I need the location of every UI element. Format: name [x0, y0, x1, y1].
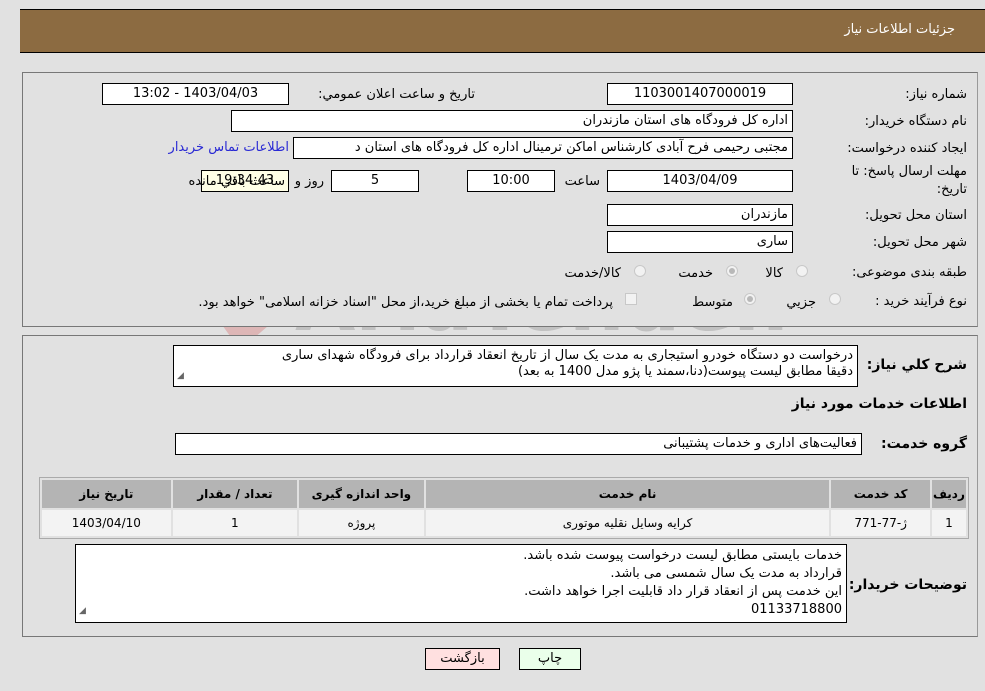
- category-option-service-label: خدمت: [678, 266, 713, 281]
- description-line-1: درخواست دو دستگاه خودرو استیجاری به مدت …: [281, 348, 853, 363]
- buyer-note-line-1: خدمات بایستی مطابق لیست درخواست پیوست شد…: [523, 548, 842, 563]
- category-label: طبقه بندی موضوعی:: [851, 265, 967, 280]
- page-header: جزئیات اطلاعات نیاز: [20, 9, 985, 53]
- province-field: مازندران: [607, 204, 793, 226]
- cell-row-number: 1: [931, 510, 966, 536]
- print-button[interactable]: چاپ: [519, 648, 581, 670]
- description-line-2: دقیقا مطابق لیست پیوست(دنا،سمند یا پژو م…: [517, 364, 853, 379]
- treasury-checkbox-label: پرداخت تمام یا بخشی از مبلغ خرید،از محل …: [198, 295, 613, 310]
- need-number-field: 1103001407000019: [607, 83, 793, 105]
- buyer-org-label: نام دستگاه خریدار:: [864, 114, 967, 129]
- description-textarea[interactable]: درخواست دو دستگاه خودرو استیجاری به مدت …: [173, 345, 858, 387]
- column-header-quantity: تعداد / مقدار: [172, 480, 298, 508]
- page-title: جزئیات اطلاعات نیاز: [844, 22, 955, 37]
- treasury-checkbox[interactable]: [625, 293, 637, 305]
- service-group-field: فعالیت‌های اداری و خدمات پشتیبانی: [175, 433, 862, 455]
- deadline-time-field: 10:00: [467, 170, 555, 192]
- cell-service-code: ژ-77-771: [831, 510, 930, 536]
- category-option-goods-label: کالا: [765, 266, 783, 281]
- creator-label: ایجاد کننده درخواست:: [847, 141, 967, 156]
- back-button[interactable]: بازگشت: [425, 648, 500, 670]
- creator-field: مجتبی رحیمی فرح آبادی کارشناس اماکن ترمی…: [293, 137, 793, 159]
- cell-service-name: کرایه وسایل نقلیه موتوری: [425, 510, 830, 536]
- services-table: ردیف کد خدمت نام خدمت واحد اندازه گیری ت…: [39, 477, 969, 539]
- category-radio-goods-service[interactable]: [634, 265, 646, 277]
- deadline-label-line1: مهلت ارسال پاسخ: تا: [851, 164, 967, 179]
- buyer-contact-link[interactable]: اطلاعات تماس خریدار: [169, 140, 289, 155]
- days-remaining-field: 5: [331, 170, 419, 192]
- deadline-date-field: 1403/04/09: [607, 170, 793, 192]
- buyer-org-field: اداره کل فرودگاه های استان مازندران: [231, 110, 793, 132]
- process-option-minor-label: جزيي: [786, 295, 816, 310]
- column-header-service-code: کد خدمت: [831, 480, 930, 508]
- buyer-notes-label: توضیحات خریدار:: [848, 577, 967, 593]
- column-header-row-number: ردیف: [931, 480, 966, 508]
- remaining-time-label: ساعت باقي مانده: [188, 174, 285, 189]
- deadline-label-line2: تاریخ:: [936, 182, 967, 197]
- resize-handle-icon[interactable]: ◢: [79, 602, 86, 620]
- services-section-title: اطلاعات خدمات مورد نیاز: [791, 396, 967, 412]
- resize-handle-icon[interactable]: ◢: [177, 368, 184, 384]
- city-label: شهر محل تحویل:: [872, 235, 967, 250]
- process-radio-minor[interactable]: [829, 293, 841, 305]
- process-label: نوع فرآیند خرید :: [875, 294, 967, 309]
- province-label: استان محل تحویل:: [865, 208, 967, 223]
- process-radio-medium[interactable]: [744, 293, 756, 305]
- buyer-note-line-2: قرارداد به مدت یک سال شمسی می باشد.: [610, 566, 842, 581]
- services-table-header: ردیف کد خدمت نام خدمت واحد اندازه گیری ت…: [42, 480, 966, 508]
- announce-datetime-field: 1403/04/03 - 13:02: [102, 83, 289, 105]
- column-header-need-date: تاریخ نیاز: [42, 480, 171, 508]
- buyer-note-line-4: 01133718800: [751, 602, 842, 617]
- cell-quantity: 1: [172, 510, 298, 536]
- cell-unit: پروژه: [299, 510, 424, 536]
- buyer-notes-textarea[interactable]: خدمات بایستی مطابق لیست درخواست پیوست شد…: [75, 544, 847, 623]
- category-option-goods-service-label: کالا/خدمت: [564, 266, 621, 281]
- days-label: روز و: [294, 174, 324, 189]
- service-group-label: گروه خدمت:: [881, 436, 967, 452]
- announce-label: تاريخ و ساعت اعلان عمومي:: [318, 87, 475, 102]
- column-header-unit: واحد اندازه گیری: [299, 480, 424, 508]
- city-field: ساری: [607, 231, 793, 253]
- description-label: شرح كلي نياز:: [866, 357, 967, 373]
- cell-need-date: 1403/04/10: [42, 510, 171, 536]
- deadline-time-label: ساعت: [564, 174, 600, 189]
- category-radio-goods[interactable]: [796, 265, 808, 277]
- buyer-note-line-3: این خدمت پس از انعقاد قرار داد قابلیت اج…: [524, 584, 842, 599]
- column-header-service-name: نام خدمت: [425, 480, 830, 508]
- table-row: 1 ژ-77-771 کرایه وسایل نقلیه موتوری پروژ…: [42, 510, 966, 536]
- need-number-label: شماره نیاز:: [905, 87, 967, 102]
- process-option-medium-label: متوسط: [692, 295, 733, 310]
- category-radio-service[interactable]: [726, 265, 738, 277]
